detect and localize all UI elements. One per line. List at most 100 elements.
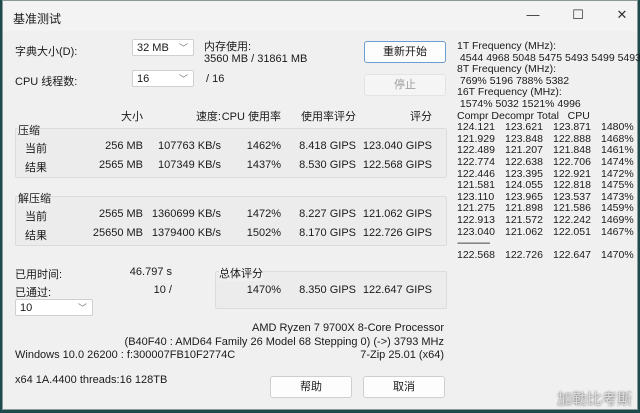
- memory-label: 内存使用:: [204, 41, 252, 53]
- memory-value: 3560 MB / 31861 MB: [204, 53, 308, 65]
- log-cell: 124.055: [505, 179, 543, 192]
- cell: 1360699 KB/s: [151, 208, 221, 220]
- log-cell: 1470%: [601, 248, 634, 261]
- log-cell: 122.568: [457, 248, 495, 261]
- cell: 122.726 GIPS: [362, 227, 432, 239]
- header-rating: 使用率评分: [301, 111, 356, 123]
- total-cpu: 1470%: [246, 284, 281, 296]
- threads-max: / 16: [206, 73, 225, 85]
- cell: 1502%: [246, 227, 281, 239]
- threads-value: 16: [137, 73, 150, 85]
- log-cell: 121.572: [505, 213, 543, 226]
- row-label: 结果: [25, 162, 47, 174]
- header-score: 评分: [410, 111, 432, 123]
- log-cell: 1474%: [601, 155, 634, 168]
- chevron-down-icon: ﹀: [178, 43, 188, 53]
- threads-select[interactable]: 16 ﹀: [132, 70, 194, 87]
- dict-size-label: 字典大小(D):: [15, 46, 78, 58]
- results-log: 1T Frequency (MHz): 4544 4968 5048 5475 …: [457, 40, 640, 262]
- cancel-button[interactable]: 取消: [363, 376, 445, 398]
- log-cell: 122.774: [457, 155, 495, 168]
- threads-label: CPU 线程数:: [15, 76, 78, 88]
- compress-label: 压缩: [18, 122, 40, 138]
- header-size: 大小: [121, 111, 143, 123]
- log-cell: 123.871: [553, 121, 591, 134]
- cell: 123.040 GIPS: [362, 140, 432, 152]
- log-cell: 121.062: [505, 225, 543, 238]
- total-score: 122.647 GIPS: [362, 284, 432, 296]
- log-separator: -------------: [457, 237, 490, 250]
- log-cell: 122.818: [553, 179, 591, 192]
- title-bar: 基准测试 — ☐ ✕: [3, 1, 637, 31]
- cell: 8.170 GIPS: [299, 227, 356, 239]
- cell: 256 MB: [105, 140, 143, 152]
- chevron-down-icon: ﹀: [178, 74, 188, 84]
- cell: 1462%: [246, 140, 281, 152]
- cell: 8.530 GIPS: [299, 159, 356, 171]
- log-row: 122.913 121.572 122.242 1469%: [457, 213, 640, 227]
- log-row: 122.774 122.638 122.706 1474%: [457, 155, 640, 169]
- restart-button[interactable]: 重新开始: [364, 41, 446, 63]
- window-title: 基准测试: [13, 12, 62, 26]
- log-cell: 122.638: [505, 155, 543, 168]
- log-cell: 1480%: [601, 121, 634, 134]
- log-cell: 1469%: [601, 213, 634, 226]
- cell: 1437%: [246, 159, 281, 171]
- arch-info: x64 1A.4400 threads:16 128TB: [15, 374, 168, 386]
- cpu-detail: (B40F40 : AMD64 Family 26 Model 68 Stepp…: [124, 336, 444, 348]
- minimize-icon[interactable]: —: [523, 7, 543, 25]
- cell: 1379400 KB/s: [151, 227, 221, 239]
- log-cell: 122.913: [457, 213, 495, 226]
- log-cell: 122.706: [553, 155, 591, 168]
- cell: 122.568 GIPS: [362, 159, 432, 171]
- log-cell: 122.242: [553, 213, 591, 226]
- help-button[interactable]: 帮助: [270, 376, 352, 398]
- log-cell: 124.121: [457, 121, 495, 134]
- watermark: 加勒比考斯: [556, 391, 632, 408]
- stop-button[interactable]: 停止: [364, 74, 446, 96]
- maximize-icon[interactable]: ☐: [568, 7, 588, 25]
- cell: 25650 MB: [92, 227, 143, 239]
- row-label: 当前: [25, 143, 47, 155]
- total-rating: 8.350 GIPS: [299, 284, 356, 296]
- log-cell: 122.647: [553, 248, 591, 261]
- elapsed-label: 已用时间:: [15, 269, 63, 281]
- log-cell: 1467%: [601, 225, 634, 238]
- passed-value: 10 /: [153, 284, 172, 296]
- passes-value: 10: [20, 302, 33, 314]
- cell: 2565 MB: [98, 159, 143, 171]
- header-speed: 速度:: [195, 111, 221, 123]
- cell: 107763 KB/s: [158, 140, 221, 152]
- log-cell: 1475%: [601, 179, 634, 192]
- elapsed-value: 46.797 s: [129, 266, 172, 278]
- log-cell: 122.051: [553, 225, 591, 238]
- header-cpu-usage: CPU 使用率: [221, 111, 281, 123]
- log-row: 121.581 124.055 122.818 1475%: [457, 180, 640, 192]
- close-icon[interactable]: ✕: [612, 7, 632, 25]
- cpu-name: AMD Ryzen 7 9700X 8-Core Processor: [252, 322, 444, 334]
- log-line: 1T Frequency (MHz):: [457, 40, 556, 52]
- total-label: 总体评分: [219, 265, 263, 281]
- cell: 2565 MB: [98, 208, 143, 220]
- log-row: 124.121 123.621 123.871 1480%: [457, 122, 640, 134]
- cell: 8.227 GIPS: [299, 208, 356, 220]
- log-cell: 123.621: [505, 121, 543, 134]
- chevron-down-icon: ﹀: [77, 303, 87, 313]
- passed-label: 已通过:: [15, 287, 52, 299]
- log-line: 1574% 5032 1521% 4996: [457, 97, 581, 110]
- row-label: 结果: [25, 230, 47, 242]
- dict-size-value: 32 MB: [137, 42, 169, 54]
- benchmark-window: 基准测试 — ☐ ✕ 字典大小(D): 32 MB ﹀ 内存使用: 3560 MB…: [2, 0, 640, 410]
- cell: 121.062 GIPS: [362, 208, 432, 220]
- log-total-row: 122.568 122.726 122.647 1470%: [457, 248, 640, 262]
- version-info: 7-Zip 25.01 (x64): [360, 349, 444, 361]
- dict-size-select[interactable]: 32 MB ﹀: [132, 39, 194, 56]
- cell: 8.418 GIPS: [299, 140, 356, 152]
- os-info: Windows 10.0 26200 : f:300007FB10F2774C: [15, 349, 236, 361]
- row-label: 当前: [25, 211, 47, 223]
- decompress-label: 解压缩: [18, 190, 51, 206]
- cell: 1472%: [246, 208, 281, 220]
- passes-select[interactable]: 10 ﹀: [15, 299, 93, 316]
- log-cell: 122.726: [505, 248, 543, 261]
- cell: 107349 KB/s: [158, 159, 221, 171]
